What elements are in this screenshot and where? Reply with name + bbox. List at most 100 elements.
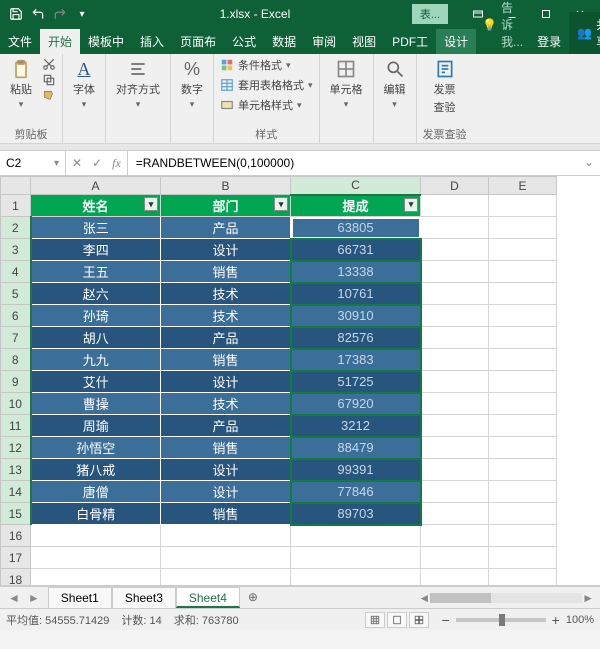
expand-formula-icon[interactable]: ⌄ — [578, 151, 600, 175]
horizontal-scrollbar[interactable] — [430, 593, 582, 603]
cut-icon[interactable] — [42, 57, 56, 71]
tab-view[interactable]: 视图 — [344, 29, 384, 54]
sheet-tab-sheet1[interactable]: Sheet1 — [48, 587, 112, 608]
cell[interactable] — [489, 393, 557, 415]
row-header-3[interactable]: 3 — [1, 239, 31, 261]
zoom-slider[interactable] — [456, 618, 546, 622]
tab-pdf[interactable]: PDF工 — [384, 29, 436, 54]
row-header-11[interactable]: 11 — [1, 415, 31, 437]
row-header-18[interactable]: 18 — [1, 569, 31, 587]
cell[interactable]: 88479 — [291, 437, 421, 459]
cell[interactable] — [161, 569, 291, 587]
cell[interactable]: 设计 — [161, 459, 291, 481]
cell[interactable] — [421, 261, 489, 283]
row-header-13[interactable]: 13 — [1, 459, 31, 481]
row-header-2[interactable]: 2 — [1, 217, 31, 239]
row-header-9[interactable]: 9 — [1, 371, 31, 393]
cell[interactable] — [489, 503, 557, 525]
row-header-8[interactable]: 8 — [1, 349, 31, 371]
cell[interactable] — [421, 393, 489, 415]
signin-link[interactable]: 登录 — [529, 29, 569, 54]
cell[interactable]: 周瑜 — [31, 415, 161, 437]
cell[interactable] — [421, 371, 489, 393]
tab-pagelayout[interactable]: 页面布 — [172, 29, 224, 54]
cell[interactable]: 13338 — [291, 261, 421, 283]
cell[interactable] — [291, 525, 421, 547]
cell[interactable]: 67920 — [291, 393, 421, 415]
cell[interactable] — [421, 415, 489, 437]
sheet-tab-sheet4[interactable]: Sheet4 — [176, 587, 240, 608]
tab-home[interactable]: 开始 — [40, 29, 80, 54]
view-page-layout-icon[interactable] — [387, 612, 407, 628]
filter-icon[interactable]: ▾ — [274, 197, 288, 211]
cell[interactable]: 10761 — [291, 283, 421, 305]
sheet-tab-sheet3[interactable]: Sheet3 — [112, 587, 176, 608]
contextual-tab[interactable]: 表... — [412, 4, 448, 24]
filter-icon[interactable]: ▾ — [404, 198, 418, 212]
cell[interactable] — [489, 459, 557, 481]
cell[interactable]: 51725 — [291, 371, 421, 393]
cell[interactable] — [291, 547, 421, 569]
cell[interactable]: 孙琦 — [31, 305, 161, 327]
copy-icon[interactable] — [42, 73, 56, 87]
cell[interactable] — [421, 503, 489, 525]
cell[interactable] — [421, 437, 489, 459]
view-page-break-icon[interactable] — [409, 612, 429, 628]
row-header-6[interactable]: 6 — [1, 305, 31, 327]
format-as-table[interactable]: 套用表格格式▾ — [220, 77, 313, 93]
scroll-left-icon[interactable]: ◄ — [418, 591, 430, 605]
paste-button[interactable]: 粘贴 ▾ — [6, 57, 36, 112]
qat-dropdown-icon[interactable]: ▾ — [74, 6, 90, 22]
cell[interactable] — [421, 217, 489, 239]
cell[interactable]: 产品 — [161, 217, 291, 239]
cell[interactable] — [489, 239, 557, 261]
cell[interactable] — [489, 371, 557, 393]
font-button[interactable]: A 字体 ▾ — [69, 57, 99, 112]
cell[interactable] — [489, 261, 557, 283]
tab-design[interactable]: 设计 — [436, 29, 476, 54]
row-header-15[interactable]: 15 — [1, 503, 31, 525]
share-button[interactable]: 👥 共享 — [569, 12, 600, 54]
tell-me[interactable]: 💡 告诉我... — [476, 0, 529, 54]
cell[interactable] — [31, 569, 161, 587]
row-header-10[interactable]: 10 — [1, 393, 31, 415]
cell[interactable] — [489, 437, 557, 459]
tab-template[interactable]: 模板中 — [80, 29, 132, 54]
maximize-icon[interactable] — [530, 4, 562, 24]
table-header[interactable]: 姓名▾ — [31, 195, 161, 217]
alignment-button[interactable]: 对齐方式 ▾ — [112, 57, 164, 112]
filter-icon[interactable]: ▾ — [144, 197, 158, 211]
table-header[interactable]: 部门▾ — [161, 195, 291, 217]
cell[interactable]: 猪八戒 — [31, 459, 161, 481]
cell[interactable]: 销售 — [161, 349, 291, 371]
cell[interactable] — [291, 569, 421, 587]
row-header-1[interactable]: 1 — [1, 195, 31, 217]
row-header-4[interactable]: 4 — [1, 261, 31, 283]
cell[interactable]: 销售 — [161, 503, 291, 525]
cell[interactable]: 白骨精 — [31, 503, 161, 525]
cell[interactable]: 63805 — [291, 217, 421, 239]
cell[interactable]: 唐僧 — [31, 481, 161, 503]
cell[interactable]: 30910 — [291, 305, 421, 327]
row-header-14[interactable]: 14 — [1, 481, 31, 503]
cell[interactable] — [421, 459, 489, 481]
cell[interactable]: 技术 — [161, 305, 291, 327]
col-header-A[interactable]: A — [31, 177, 161, 195]
tab-insert[interactable]: 插入 — [132, 29, 172, 54]
cell[interactable] — [489, 569, 557, 587]
zoom-out-icon[interactable]: − — [441, 612, 449, 628]
cell[interactable] — [489, 283, 557, 305]
cell-styles[interactable]: 单元格样式▾ — [220, 97, 313, 113]
cell[interactable]: 99391 — [291, 459, 421, 481]
cell[interactable]: 产品 — [161, 415, 291, 437]
cell[interactable]: 销售 — [161, 437, 291, 459]
cell[interactable]: 77846 — [291, 481, 421, 503]
cell[interactable]: 张三 — [31, 217, 161, 239]
cell[interactable] — [421, 327, 489, 349]
chevron-down-icon[interactable]: ▾ — [54, 158, 59, 169]
fx-icon[interactable]: fx — [112, 156, 121, 171]
cell[interactable] — [421, 239, 489, 261]
zoom-in-icon[interactable]: + — [552, 612, 560, 628]
row-header-5[interactable]: 5 — [1, 283, 31, 305]
cell[interactable]: 胡八 — [31, 327, 161, 349]
